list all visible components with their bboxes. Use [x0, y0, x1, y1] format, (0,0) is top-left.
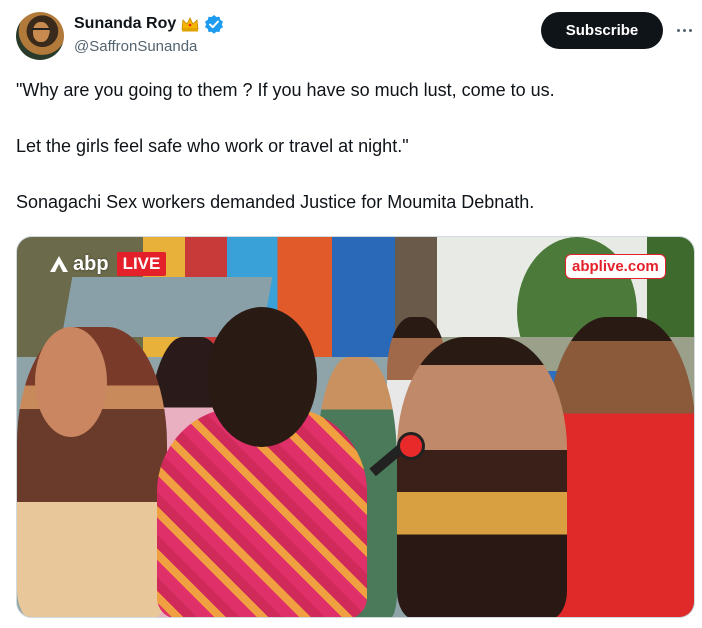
name-row: Sunanda Roy [74, 14, 224, 34]
tweet-paragraph: Let the girls feel safe who work or trav… [16, 136, 409, 156]
subscribe-button[interactable]: Subscribe [541, 12, 663, 49]
site-badge: abplive.com [565, 254, 666, 279]
tweet-paragraph: "Why are you going to them ? If you have… [16, 80, 555, 100]
display-name[interactable]: Sunanda Roy [74, 15, 176, 33]
person [547, 317, 694, 617]
tweet-media-video[interactable]: abp LIVE abplive.com [16, 236, 695, 618]
verified-icon[interactable] [204, 14, 224, 34]
more-options-icon[interactable] [672, 20, 696, 40]
abp-logo-icon [50, 256, 68, 272]
person-head [35, 327, 107, 437]
reporter-head [207, 307, 317, 447]
channel-logo: abp LIVE [49, 252, 167, 276]
tweet-header: Sunanda Roy @SaffronSunanda Subscribe [16, 12, 692, 62]
avatar[interactable] [16, 12, 64, 60]
person [397, 337, 567, 617]
tweet-text: "Why are you going to them ? If you have… [16, 78, 686, 246]
microphone-icon [397, 432, 425, 460]
avatar-glasses [32, 28, 50, 33]
live-badge: LIVE [116, 252, 167, 276]
user-handle[interactable]: @SaffronSunanda [74, 38, 197, 55]
tweet-paragraph: Sonagachi Sex workers demanded Justice f… [16, 192, 535, 212]
crown-icon [180, 14, 200, 34]
brand-name: abp [73, 252, 109, 275]
